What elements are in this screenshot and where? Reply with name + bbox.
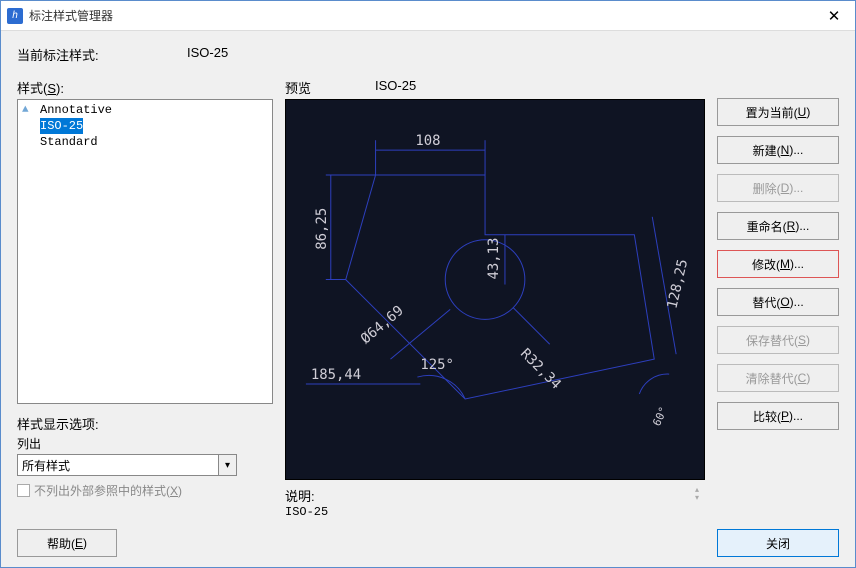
override-button[interactable]: 替代(O)... (717, 288, 839, 316)
dim-angle: 125° (420, 357, 454, 373)
modify-button[interactable]: 修改(M)... (717, 250, 839, 278)
list-item[interactable]: ISO-25 (20, 118, 270, 134)
help-button[interactable]: 帮助(E) (17, 529, 117, 557)
window-title: 标注样式管理器 (29, 7, 813, 24)
description-label: 说明: (285, 486, 681, 505)
filter-combo-value: 所有样式 (18, 457, 218, 474)
dim-bottom: 185,44 (311, 367, 361, 383)
dimension-style-manager-dialog: h 标注样式管理器 ✕ 当前标注样式: ISO-25 样式(S): ▲ Anno… (0, 0, 856, 568)
new-button[interactable]: 新建(N)... (717, 136, 839, 164)
list-item[interactable]: Standard (20, 134, 270, 150)
annotative-icon: ▲ (22, 102, 36, 118)
current-style-value: ISO-25 (187, 45, 228, 64)
dim-radius: R32,34 (517, 346, 564, 393)
chevron-down-icon[interactable]: ▾ (218, 455, 236, 475)
filter-combo[interactable]: 所有样式 ▾ (17, 454, 237, 476)
close-button[interactable]: 关闭 (717, 529, 839, 557)
list-item[interactable]: ▲ Annotative (20, 102, 270, 118)
dim-right: 128,25 (664, 258, 691, 311)
description-scroll[interactable]: ▴ ▾ (689, 486, 705, 502)
delete-button: 删除(D)... (717, 174, 839, 202)
clear-override-button: 清除替代(C) (717, 364, 839, 392)
hide-xref-checkbox: 不列出外部参照中的样式(X) (17, 482, 273, 499)
list-item-label: Standard (40, 134, 98, 150)
display-options-label: 样式显示选项: (17, 414, 273, 433)
current-style-label: 当前标注样式: (17, 45, 187, 64)
description-value: ISO-25 (285, 505, 685, 519)
list-item-label: Annotative (40, 102, 112, 118)
dim-top: 108 (415, 133, 440, 149)
dim-tiny: 60° (650, 405, 670, 428)
titlebar: h 标注样式管理器 ✕ (1, 1, 855, 31)
display-options-sublabel: 列出 (17, 435, 273, 452)
dim-mid: 43,13 (486, 238, 502, 280)
set-current-button[interactable]: 置为当前(U) (717, 98, 839, 126)
preview-style-name: ISO-25 (375, 78, 416, 97)
app-icon: h (7, 8, 23, 24)
chevron-down-icon[interactable]: ▾ (689, 494, 705, 502)
checkbox-icon (17, 484, 30, 497)
compare-button[interactable]: 比较(P)... (717, 402, 839, 430)
list-item-label: ISO-25 (40, 118, 83, 134)
preview-canvas: 108 86,25 43,13 Ø64,69 (285, 99, 705, 480)
save-override-button: 保存替代(S) (717, 326, 839, 354)
styles-label: 样式(S): (17, 78, 273, 97)
styles-listbox[interactable]: ▲ Annotative ISO-25 Standard (17, 99, 273, 404)
close-icon[interactable]: ✕ (813, 1, 855, 31)
rename-button[interactable]: 重命名(R)... (717, 212, 839, 240)
dim-left: 86,25 (314, 208, 330, 250)
current-style-row: 当前标注样式: ISO-25 (17, 45, 839, 64)
checkbox-label: 不列出外部参照中的样式(X) (34, 482, 182, 499)
preview-label: 预览 (285, 78, 375, 97)
dim-diag: Ø64,69 (358, 303, 407, 348)
